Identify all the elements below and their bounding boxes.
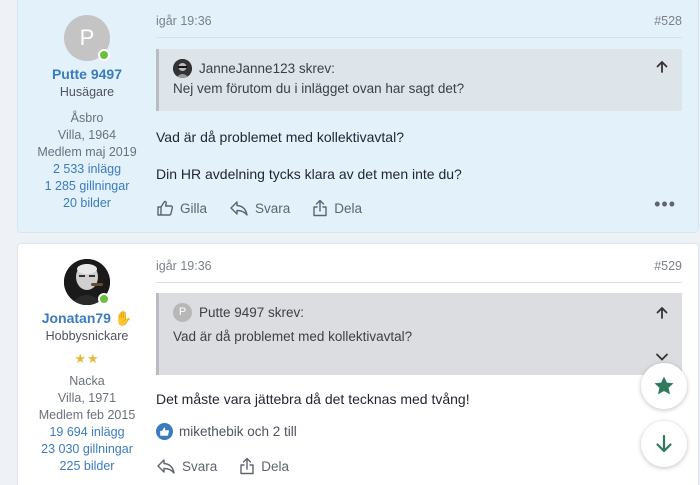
user-title: Husägare <box>59 85 115 99</box>
post-author-panel: Jonatan79 ✋ Hobbysnickare ★★ Nacka Villa… <box>18 244 156 485</box>
thumbs-up-icon <box>157 200 174 216</box>
user-member-since: Medlem feb 2015 <box>38 408 136 422</box>
post-actions: Svara Dela <box>156 457 311 475</box>
reply-icon <box>157 459 175 474</box>
like-button[interactable]: Gilla <box>156 199 207 217</box>
user-images-link[interactable]: 225 bilder <box>18 458 156 475</box>
quote-block: JanneJanne123 skrev: Nej vem förutom du … <box>156 49 682 111</box>
like-reaction-icon <box>156 423 173 440</box>
arrow-down-icon <box>656 434 672 453</box>
share-button[interactable]: Dela <box>312 199 362 217</box>
user-posts-link[interactable]: 19 694 inlägg <box>18 424 156 441</box>
user-location: Åsbro <box>70 111 104 125</box>
reply-label: Svara <box>255 200 291 216</box>
quote-expand-up-icon[interactable] <box>654 305 670 321</box>
quote-author-avatar: P <box>173 303 192 322</box>
user-title: Hobbysnickare <box>45 329 129 343</box>
share-icon <box>313 199 327 217</box>
quote-header[interactable]: JanneJanne123 skrev: <box>173 59 335 78</box>
share-label: Dela <box>261 458 290 474</box>
post-divider <box>156 282 682 283</box>
scroll-down-button[interactable] <box>641 421 687 467</box>
post-actions: Gilla Svara Dela <box>156 199 384 217</box>
post-number[interactable]: #529 <box>654 259 682 273</box>
user-likes-link[interactable]: 23 030 gillningar <box>18 441 156 458</box>
user-location: Nacka <box>69 374 105 388</box>
user-house: Villa, 1964 <box>57 128 117 142</box>
post-528: P Putte 9497 Husägare Åsbro Villa, 1964 … <box>17 0 699 233</box>
post-message-line: Din HR avdelning tycks klara av det men … <box>156 166 462 182</box>
user-likes-link[interactable]: 1 285 gillningar <box>18 178 156 195</box>
user-rank-stars: ★★ <box>74 351 100 366</box>
user-images-link[interactable]: 20 bilder <box>18 195 156 212</box>
reactions-summary[interactable]: mikethebik och 2 till <box>156 423 297 440</box>
reply-icon <box>230 201 248 216</box>
user-meta: Åsbro Villa, 1964 Medlem maj 2019 2 533 … <box>18 110 156 212</box>
reply-label: Svara <box>182 458 218 474</box>
reactions-text: mikethebik och 2 till <box>179 424 297 439</box>
post-divider <box>156 37 682 38</box>
share-label: Dela <box>334 200 363 216</box>
user-meta: Nacka Villa, 1971 Medlem feb 2015 19 694… <box>18 373 156 475</box>
user-member-since: Medlem maj 2019 <box>37 145 137 159</box>
quote-text: Vad är då problemet med kollektivavtal? <box>173 329 413 344</box>
online-status-dot <box>98 49 110 61</box>
quote-header[interactable]: P Putte 9497 skrev: <box>173 303 304 322</box>
username[interactable]: Putte 9497 <box>18 66 156 82</box>
quote-expand-up-icon[interactable] <box>654 59 670 75</box>
post-number[interactable]: #528 <box>654 14 682 28</box>
user-posts-link[interactable]: 2 533 inlägg <box>18 161 156 178</box>
username-text: Jonatan79 <box>41 310 111 326</box>
quote-author-label: Putte 9497 skrev: <box>199 305 305 320</box>
more-options-icon[interactable]: ••• <box>654 194 676 215</box>
post-time[interactable]: igår 19:36 <box>156 14 212 28</box>
star-icon <box>654 376 674 395</box>
post-time[interactable]: igår 19:36 <box>156 259 212 273</box>
user-house: Villa, 1971 <box>57 391 117 405</box>
post-message-line: Vad är då problemet med kollektivavtal? <box>156 129 404 145</box>
user-badge-icon: ✋ <box>114 310 133 326</box>
post-body: igår 19:36 #529 P Putte 9497 skrev: Vad … <box>156 244 698 485</box>
post-author-panel: P Putte 9497 Husägare Åsbro Villa, 1964 … <box>18 0 156 232</box>
quote-text: Nej vem förutom du i inlägget ovan har s… <box>173 81 465 96</box>
share-button[interactable]: Dela <box>239 457 289 475</box>
like-label: Gilla <box>180 200 208 216</box>
share-icon <box>240 457 254 475</box>
favorite-button[interactable] <box>641 363 687 409</box>
quote-author-avatar <box>173 59 192 78</box>
reply-button[interactable]: Svara <box>156 458 217 474</box>
quote-block: P Putte 9497 skrev: Vad är då problemet … <box>156 293 682 375</box>
reply-button[interactable]: Svara <box>229 200 290 216</box>
post-message-line: Det måste vara jättebra då det tecknas m… <box>156 391 470 407</box>
post-body: igår 19:36 #528 JanneJanne123 skrev: Nej… <box>156 0 698 232</box>
quote-author-label: JanneJanne123 skrev: <box>199 61 335 76</box>
online-status-dot <box>98 293 110 305</box>
username[interactable]: Jonatan79 ✋ <box>18 310 156 327</box>
post-529: Jonatan79 ✋ Hobbysnickare ★★ Nacka Villa… <box>17 243 699 485</box>
